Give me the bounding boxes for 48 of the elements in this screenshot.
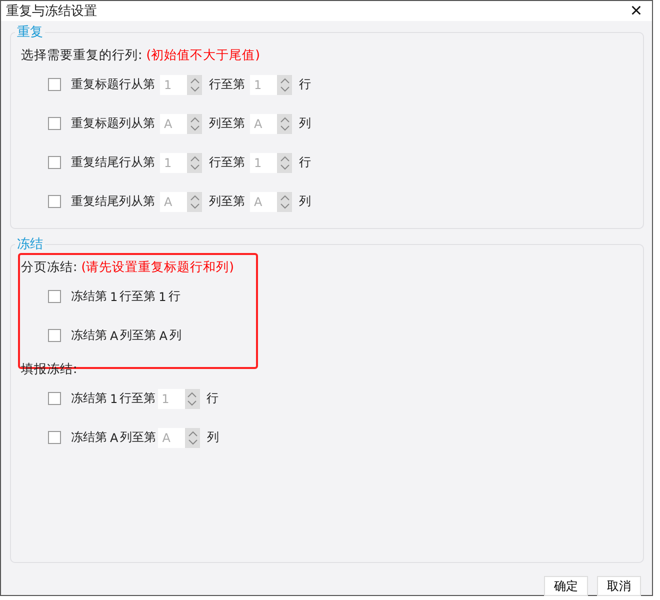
checkbox[interactable] [48, 290, 61, 303]
checkbox[interactable] [48, 195, 61, 208]
row-label: 重复标题列从第 [71, 115, 155, 132]
value-text: A [159, 328, 168, 342]
hint-note: (初始值不大于尾值) [146, 46, 260, 64]
close-button[interactable]: × [620, 1, 652, 21]
row-label: 重复结尾列从第 [71, 193, 155, 210]
row-label: 冻结第 [71, 327, 107, 344]
row-label: 列至第 [120, 429, 156, 446]
row-label: 行至第 [120, 288, 156, 305]
checkbox[interactable] [48, 329, 61, 342]
row-label: 行至第 [209, 154, 245, 171]
value-text: 1 [110, 392, 118, 406]
dialog-button[interactable]: 取消 [597, 576, 641, 596]
row-label: 重复结尾行从第 [71, 154, 155, 171]
row-label: 行 [168, 288, 180, 305]
window-title: 重复与冻结设置 [6, 3, 97, 20]
row-label: 重复标题行从第 [71, 76, 155, 93]
dialog-button[interactable]: 确定 [544, 576, 588, 596]
row-label: 冻结第 [71, 390, 107, 407]
prompt-label: 选择需要重复的行列: [21, 46, 142, 64]
checkbox[interactable] [48, 431, 61, 444]
row-label: 列 [207, 429, 220, 446]
row-label: 行至第 [120, 390, 156, 407]
section-label: 分页冻结: [21, 258, 78, 276]
row-label: 列至第 [209, 115, 245, 132]
row-label: 行 [206, 390, 219, 407]
value-text: 1 [110, 290, 118, 304]
checkbox[interactable] [48, 117, 61, 130]
row-label: 冻结第 [71, 288, 107, 305]
checkbox[interactable] [48, 392, 61, 405]
row-label: 行 [299, 154, 311, 171]
value-text: 1 [158, 290, 166, 304]
row-label: 冻结第 [71, 429, 107, 446]
group-legend: 重复 [15, 23, 45, 41]
value-text: A [110, 328, 118, 342]
checkbox[interactable] [48, 78, 61, 91]
row-label: 列 [299, 115, 311, 132]
row-label: 行 [299, 76, 311, 93]
row-label: 列 [169, 327, 182, 344]
row-label: 列至第 [120, 327, 156, 344]
value-text: A [110, 430, 118, 444]
row-label: 列至第 [209, 193, 245, 210]
hint-note: (请先设置重复标题行和列) [81, 258, 234, 276]
row-label: 行至第 [209, 76, 245, 93]
checkbox[interactable] [48, 156, 61, 169]
row-label: 列 [299, 193, 311, 210]
group-legend: 冻结 [15, 235, 45, 253]
